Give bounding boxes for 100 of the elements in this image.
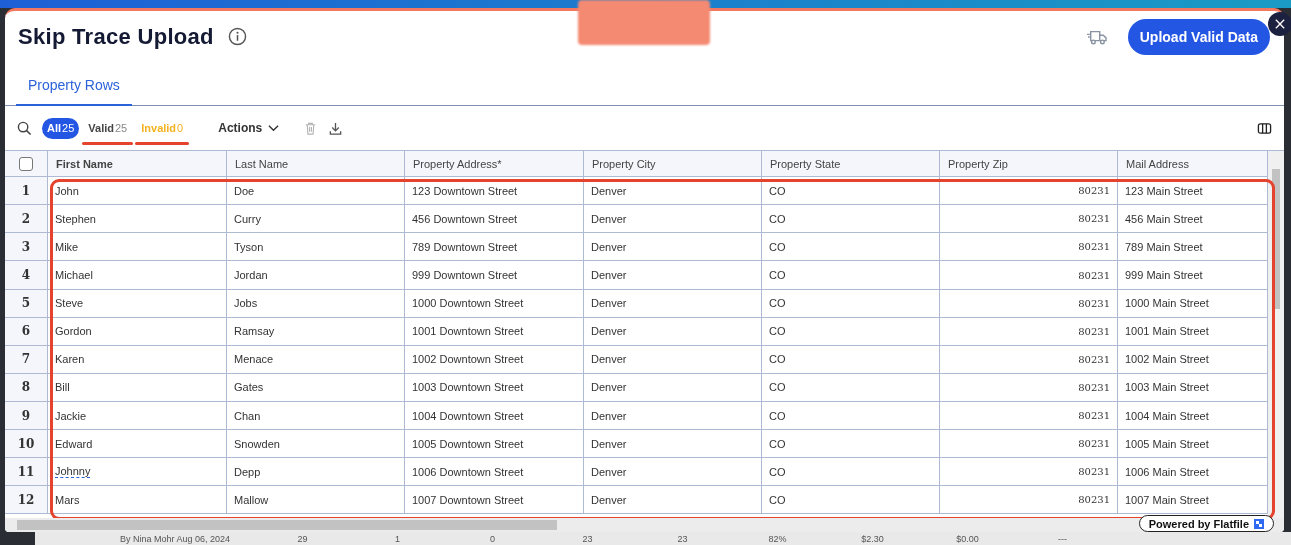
table-cell[interactable]: 80231 bbox=[940, 345, 1118, 374]
table-cell[interactable]: CO bbox=[762, 345, 940, 374]
table-cell[interactable]: CO bbox=[762, 205, 940, 234]
column-header[interactable]: Property City bbox=[584, 151, 762, 178]
table-cell[interactable]: 80231 bbox=[940, 261, 1118, 290]
table-cell[interactable]: 80231 bbox=[940, 177, 1118, 206]
table-cell[interactable]: Jobs bbox=[227, 289, 405, 318]
table-cell[interactable]: Curry bbox=[227, 205, 405, 234]
table-cell[interactable]: Doe bbox=[227, 177, 405, 206]
column-header[interactable]: First Name bbox=[48, 151, 227, 178]
table-cell[interactable]: CO bbox=[762, 261, 940, 290]
filter-chip[interactable]: Valid25 bbox=[83, 117, 133, 139]
table-cell[interactable]: 1005 Downtown Street bbox=[405, 430, 584, 459]
table-cell-text: $2.30 bbox=[860, 533, 885, 544]
column-header[interactable]: Property Address* bbox=[405, 151, 584, 178]
table-cell[interactable]: Gordon bbox=[48, 317, 227, 346]
table-cell[interactable]: 80231 bbox=[940, 486, 1118, 515]
table-cell[interactable]: 80231 bbox=[940, 317, 1118, 346]
table-cell[interactable]: Chan bbox=[227, 401, 405, 431]
table-cell[interactable]: Denver bbox=[584, 261, 762, 290]
table-cell[interactable]: Tyson bbox=[227, 233, 405, 262]
table-cell[interactable]: Steve bbox=[48, 289, 227, 318]
table-cell[interactable]: Denver bbox=[584, 205, 762, 234]
table-cell[interactable]: CO bbox=[762, 233, 940, 262]
table-cell[interactable]: Mallow bbox=[227, 486, 405, 515]
table-cell[interactable]: 1003 Downtown Street bbox=[405, 373, 584, 402]
table-cell[interactable]: 789 Downtown Street bbox=[405, 233, 584, 262]
table-cell[interactable]: Ramsay bbox=[227, 317, 405, 346]
row-number: 11 bbox=[5, 458, 48, 487]
info-icon[interactable] bbox=[227, 27, 247, 47]
table-cell[interactable]: Mike bbox=[48, 233, 227, 262]
table-cell[interactable]: Mars bbox=[48, 486, 227, 515]
table-cell[interactable]: Denver bbox=[584, 373, 762, 402]
table-cell[interactable]: 456 Downtown Street bbox=[405, 205, 584, 234]
download-icon[interactable] bbox=[328, 120, 344, 136]
table-cell[interactable]: Johnny bbox=[48, 458, 227, 487]
table-cell[interactable]: Jordan bbox=[227, 261, 405, 290]
table-cell[interactable]: Gates bbox=[227, 373, 405, 402]
table-cell[interactable]: 123 Downtown Street bbox=[405, 177, 584, 206]
table-cell[interactable]: 80231 bbox=[940, 205, 1118, 234]
table-cell[interactable]: Denver bbox=[584, 486, 762, 515]
table-cell[interactable]: Denver bbox=[584, 317, 762, 346]
table-cell[interactable]: John bbox=[48, 177, 227, 206]
table-cell[interactable]: Stephen bbox=[48, 205, 227, 234]
table-cell[interactable]: 999 Downtown Street bbox=[405, 261, 584, 290]
table-cell[interactable]: Denver bbox=[584, 401, 762, 431]
column-header[interactable]: Mail Address bbox=[1118, 151, 1268, 178]
table-cell[interactable]: Edward bbox=[48, 430, 227, 459]
column-header[interactable]: Property Zip bbox=[940, 151, 1118, 178]
table-cell[interactable]: 80231 bbox=[940, 233, 1118, 262]
column-header[interactable]: Last Name bbox=[227, 151, 405, 178]
table-cell[interactable]: CO bbox=[762, 317, 940, 346]
row-number: 5 bbox=[5, 289, 48, 318]
flatfile-logo-icon bbox=[1254, 518, 1264, 529]
column-header[interactable]: Property State bbox=[762, 151, 940, 178]
powered-by-badge[interactable]: Powered by Flatfile bbox=[1138, 515, 1274, 532]
table-cell[interactable]: Jackie bbox=[48, 401, 227, 431]
row-number: 6 bbox=[5, 317, 48, 346]
table-cell[interactable]: Denver bbox=[584, 458, 762, 487]
upload-button[interactable]: Upload Valid Data bbox=[1127, 18, 1270, 55]
table-cell[interactable]: CO bbox=[762, 401, 940, 431]
table-cell[interactable]: CO bbox=[762, 486, 940, 515]
table-cell[interactable]: 80231 bbox=[940, 373, 1118, 402]
row-number: 10 bbox=[5, 430, 48, 459]
table-cell[interactable]: 80231 bbox=[940, 430, 1118, 459]
select-all-checkbox[interactable] bbox=[19, 156, 33, 171]
table-cell[interactable]: CO bbox=[762, 458, 940, 487]
actions-menu[interactable]: Actions bbox=[214, 121, 284, 136]
row-number: 9 bbox=[5, 401, 48, 431]
table-cell[interactable]: Snowden bbox=[227, 430, 405, 459]
table-cell[interactable]: 80231 bbox=[940, 289, 1118, 318]
table-cell[interactable]: Denver bbox=[584, 177, 762, 206]
horizontal-scrollbar[interactable] bbox=[5, 518, 1284, 532]
table-cell[interactable]: 1002 Downtown Street bbox=[405, 345, 584, 374]
table-cell[interactable]: CO bbox=[762, 430, 940, 459]
table-cell[interactable]: Denver bbox=[584, 233, 762, 262]
table-cell[interactable]: CO bbox=[762, 373, 940, 402]
table-cell[interactable]: 1006 Downtown Street bbox=[405, 458, 584, 487]
table-cell[interactable]: Denver bbox=[584, 289, 762, 318]
table-cell[interactable]: Menace bbox=[227, 345, 405, 374]
table-cell[interactable]: CO bbox=[762, 289, 940, 318]
search-icon[interactable] bbox=[17, 120, 32, 136]
table-cell[interactable]: 80231 bbox=[940, 458, 1118, 487]
close-icon[interactable] bbox=[1268, 12, 1291, 36]
table-cell[interactable]: 1004 Downtown Street bbox=[405, 401, 584, 431]
table-cell[interactable]: Karen bbox=[48, 345, 227, 374]
table-cell[interactable]: Bill bbox=[48, 373, 227, 402]
tab[interactable]: Property Rows bbox=[16, 66, 132, 107]
table-cell[interactable]: Michael bbox=[48, 261, 227, 290]
table-cell-text: 82% bbox=[767, 533, 788, 544]
table-cell[interactable]: 1001 Downtown Street bbox=[405, 317, 584, 346]
table-cell[interactable]: Denver bbox=[584, 345, 762, 374]
filter-chip[interactable]: All25 bbox=[42, 117, 80, 139]
columns-icon[interactable] bbox=[1257, 120, 1272, 136]
table-cell[interactable]: CO bbox=[762, 177, 940, 206]
table-cell[interactable]: 1007 Downtown Street bbox=[405, 486, 584, 515]
table-cell[interactable]: 1000 Downtown Street bbox=[405, 289, 584, 318]
table-cell[interactable]: 80231 bbox=[940, 401, 1118, 431]
table-cell[interactable]: Denver bbox=[584, 430, 762, 459]
table-cell[interactable]: Depp bbox=[227, 458, 405, 487]
